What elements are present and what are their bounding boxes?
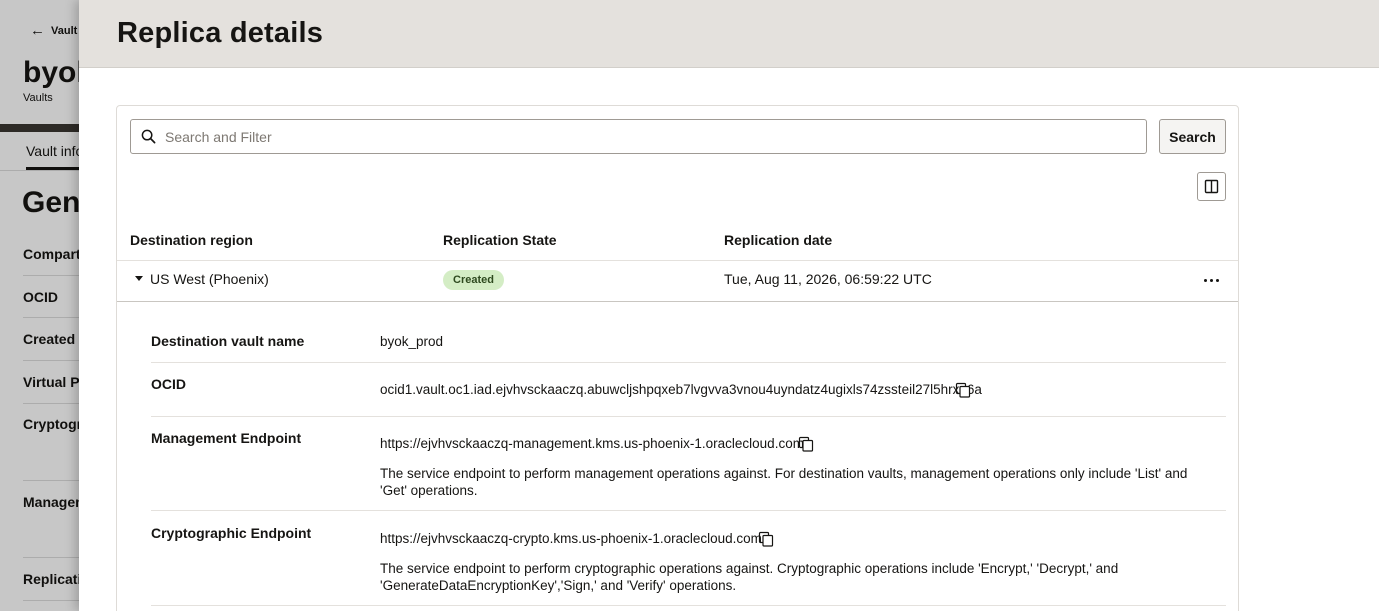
copy-icon[interactable] (955, 382, 971, 398)
search-icon (141, 129, 156, 144)
cryptographic-endpoint-description: The service endpoint to perform cryptogr… (380, 561, 1119, 593)
replica-detail-section: Destination vault name byok_prod OCID oc… (117, 302, 1238, 611)
cryptographic-endpoint-value: https://ejvhvsckaaczq-crypto.kms.us-phoe… (380, 531, 762, 546)
copy-icon[interactable] (758, 531, 774, 547)
panel-title: Replica details (117, 17, 324, 49)
copy-icon[interactable] (798, 436, 814, 452)
cryptographic-endpoint-label: Cryptographic Endpoint (151, 525, 312, 541)
replication-date-cell: Tue, Aug 11, 2026, 06:59:22 UTC (724, 271, 932, 287)
divider (151, 416, 1226, 417)
table-header-divider (117, 260, 1238, 261)
divider (151, 510, 1226, 511)
search-input[interactable] (165, 128, 1097, 145)
ocid-label: OCID (151, 376, 186, 392)
columns-button[interactable] (1197, 172, 1226, 201)
column-header-replication-state: Replication State (443, 232, 557, 248)
divider (151, 605, 1226, 606)
vault-name-label: Destination vault name (151, 333, 305, 349)
management-endpoint-label: Management Endpoint (151, 430, 302, 446)
replica-table-card: Search Destination region Replication St… (116, 105, 1239, 611)
search-button[interactable]: Search (1159, 119, 1226, 154)
ocid-value: ocid1.vault.oc1.iad.ejvhvsckaaczq.abuwcl… (380, 382, 982, 397)
caret-down-icon[interactable] (135, 276, 143, 281)
status-badge: Created (443, 270, 504, 290)
column-header-destination-region: Destination region (130, 232, 253, 248)
vault-name-value: byok_prod (380, 334, 444, 349)
search-box (130, 119, 1147, 154)
columns-icon (1204, 179, 1219, 194)
column-header-replication-date: Replication date (724, 232, 833, 248)
replica-details-panel: Replica details Search Destination regio… (79, 0, 1379, 611)
kebab-menu-icon[interactable] (1197, 269, 1225, 291)
management-endpoint-value: https://ejvhvsckaaczq-management.kms.us-… (380, 436, 804, 451)
divider (151, 362, 1226, 363)
destination-region-cell: US West (Phoenix) (150, 271, 269, 287)
management-endpoint-description: The service endpoint to perform manageme… (380, 466, 1188, 498)
panel-header: Replica details (79, 0, 1379, 68)
